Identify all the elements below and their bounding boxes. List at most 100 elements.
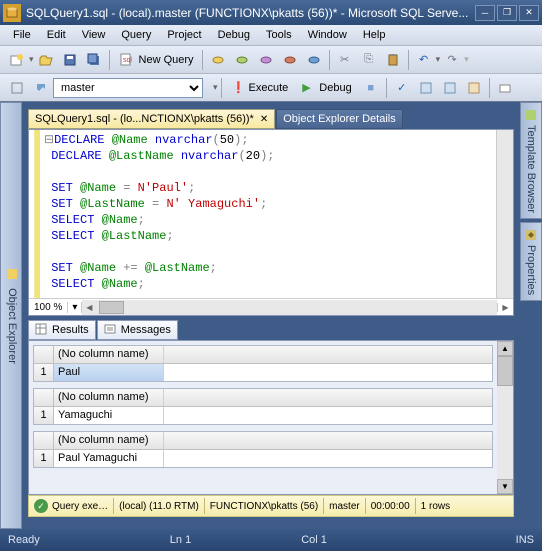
maximize-button[interactable]: ❐ — [497, 5, 517, 21]
results-vscroll[interactable]: ▲ ▼ — [497, 341, 513, 494]
result-grid-2: (No column name) 1 Yamaguchi — [33, 388, 493, 425]
editor-footer: 100 % ▾ ◀ ▶ — [29, 298, 513, 315]
editor-hscroll[interactable]: ◀ — [82, 300, 497, 315]
grid-cell[interactable]: Paul — [54, 364, 164, 381]
properties-label: Properties — [525, 245, 537, 295]
new-query-label: New Query — [139, 54, 194, 66]
close-button[interactable]: ✕ — [519, 5, 539, 21]
minimize-button[interactable]: ─ — [475, 5, 495, 21]
row-number[interactable]: 1 — [34, 364, 54, 381]
menu-window[interactable]: Window — [300, 27, 355, 43]
grid-icon — [35, 323, 49, 337]
menu-view[interactable]: View — [74, 27, 114, 43]
object-explorer-tab[interactable]: Object Explorer — [0, 102, 22, 529]
save-all-button[interactable] — [83, 49, 105, 71]
messages-tab[interactable]: Messages — [97, 320, 178, 340]
center-pane: SQLQuery1.sql - (lo...NCTIONX\pkatts (56… — [22, 102, 520, 529]
undo-button[interactable]: ↶ — [413, 49, 435, 71]
editor-vscroll[interactable] — [496, 130, 513, 298]
scroll-up[interactable]: ▲ — [497, 341, 513, 356]
toolbar-sep — [489, 78, 490, 98]
toolbar2-btn-a[interactable] — [415, 77, 437, 99]
redo-button[interactable]: ↷ — [441, 49, 463, 71]
toolbar-btn-2[interactable] — [231, 49, 253, 71]
scroll-thumb[interactable] — [99, 301, 124, 314]
menu-help[interactable]: Help — [355, 27, 394, 43]
grid-corner — [34, 432, 54, 449]
menu-file[interactable]: File — [5, 27, 39, 43]
database-select[interactable]: master — [53, 78, 203, 98]
menu-query[interactable]: Query — [113, 27, 159, 43]
new-project-button[interactable] — [6, 49, 28, 71]
status-msg: Query exe… — [52, 501, 108, 512]
title-bar: SQLQuery1.sql - (local).master (FUNCTION… — [0, 0, 542, 25]
messages-tab-label: Messages — [121, 324, 171, 336]
menu-edit[interactable]: Edit — [39, 27, 74, 43]
template-browser-icon — [524, 108, 538, 122]
debug-icon: ▶ — [302, 81, 316, 95]
results-tabs: Results Messages — [28, 318, 514, 340]
row-number[interactable]: 1 — [34, 407, 54, 424]
status-line: Ln 1 — [170, 534, 191, 546]
template-browser-tab[interactable]: Template Browser — [520, 102, 542, 219]
column-header[interactable]: (No column name) — [54, 389, 164, 406]
toolbar-btn-4[interactable] — [279, 49, 301, 71]
execute-label: Execute — [249, 82, 289, 94]
grid-cell[interactable]: Paul Yamaguchi — [54, 450, 164, 467]
menu-tools[interactable]: Tools — [258, 27, 300, 43]
status-user: FUNCTIONX\pkatts (56) — [210, 501, 318, 512]
scroll-down[interactable]: ▼ — [497, 479, 513, 494]
new-query-icon: sql — [118, 51, 136, 69]
toolbar2-btn[interactable] — [30, 77, 52, 99]
parse-button[interactable]: ✓ — [391, 77, 413, 99]
grid-corner — [34, 346, 54, 363]
code-editor[interactable]: ⊟DECLARE @Name nvarchar(50); DECLARE @La… — [29, 130, 513, 298]
status-rows: 1 rows — [421, 501, 450, 512]
debug-button[interactable]: ▶ Debug — [297, 79, 356, 97]
toolbar2-btn-b[interactable] — [439, 77, 461, 99]
results-pane: (No column name) 1 Paul (No column name)… — [28, 340, 514, 495]
code-text[interactable]: ⊟DECLARE @Name nvarchar(50); DECLARE @La… — [40, 130, 496, 298]
paste-button[interactable] — [382, 49, 404, 71]
close-tab-icon[interactable]: ✕ — [260, 114, 268, 125]
doc-tab-inactive[interactable]: Object Explorer Details — [276, 109, 403, 129]
open-button[interactable] — [35, 49, 57, 71]
stop-button[interactable]: ■ — [360, 77, 382, 99]
debug-label: Debug — [319, 82, 351, 94]
toolbar-btn-1[interactable] — [207, 49, 229, 71]
zoom-dropdown[interactable]: ▾ — [68, 302, 82, 313]
menu-debug[interactable]: Debug — [210, 27, 258, 43]
column-header[interactable]: (No column name) — [54, 346, 164, 363]
sql-toolbar: master ▾ ❗ Execute ▶ Debug ■ ✓ — [0, 74, 542, 102]
execute-button[interactable]: ❗ Execute — [227, 79, 294, 97]
new-query-button[interactable]: sql New Query — [113, 49, 199, 71]
results-tab-label: Results — [52, 324, 89, 336]
status-server: (local) (11.0 RTM) — [119, 501, 199, 512]
toolbar2-btn-c[interactable] — [463, 77, 485, 99]
properties-tab[interactable]: Properties — [520, 222, 542, 301]
row-number[interactable]: 1 — [34, 450, 54, 467]
doc-tab-active[interactable]: SQLQuery1.sql - (lo...NCTIONX\pkatts (56… — [28, 109, 275, 129]
scroll-thumb[interactable] — [497, 356, 513, 386]
main-toolbar: ▾ sql New Query ✂ ⎘ ↶ ▾ ↷ ▾ — [0, 46, 542, 74]
toolbar2-btn-d[interactable] — [494, 77, 516, 99]
copy-button[interactable]: ⎘ — [358, 49, 380, 71]
menu-project[interactable]: Project — [159, 27, 209, 43]
save-button[interactable] — [59, 49, 81, 71]
zoom-value: 100 % — [29, 302, 68, 313]
success-icon: ✓ — [34, 499, 48, 513]
toolbar-btn-5[interactable] — [303, 49, 325, 71]
toolbar-btn-3[interactable] — [255, 49, 277, 71]
cut-button[interactable]: ✂ — [334, 49, 356, 71]
window-title: SQLQuery1.sql - (local).master (FUNCTION… — [26, 6, 475, 20]
result-grid-1: (No column name) 1 Paul — [33, 345, 493, 382]
results-tab[interactable]: Results — [28, 320, 96, 340]
toolbar2-btn[interactable] — [6, 77, 28, 99]
menu-bar: File Edit View Query Project Debug Tools… — [0, 25, 542, 46]
editor-pane: ⊟DECLARE @Name nvarchar(50); DECLARE @La… — [28, 129, 514, 316]
grid-cell[interactable]: Yamaguchi — [54, 407, 164, 424]
right-sidebar: Template Browser Properties — [520, 102, 542, 529]
column-header[interactable]: (No column name) — [54, 432, 164, 449]
document-tabs: SQLQuery1.sql - (lo...NCTIONX\pkatts (56… — [28, 108, 514, 129]
messages-icon — [104, 323, 118, 337]
